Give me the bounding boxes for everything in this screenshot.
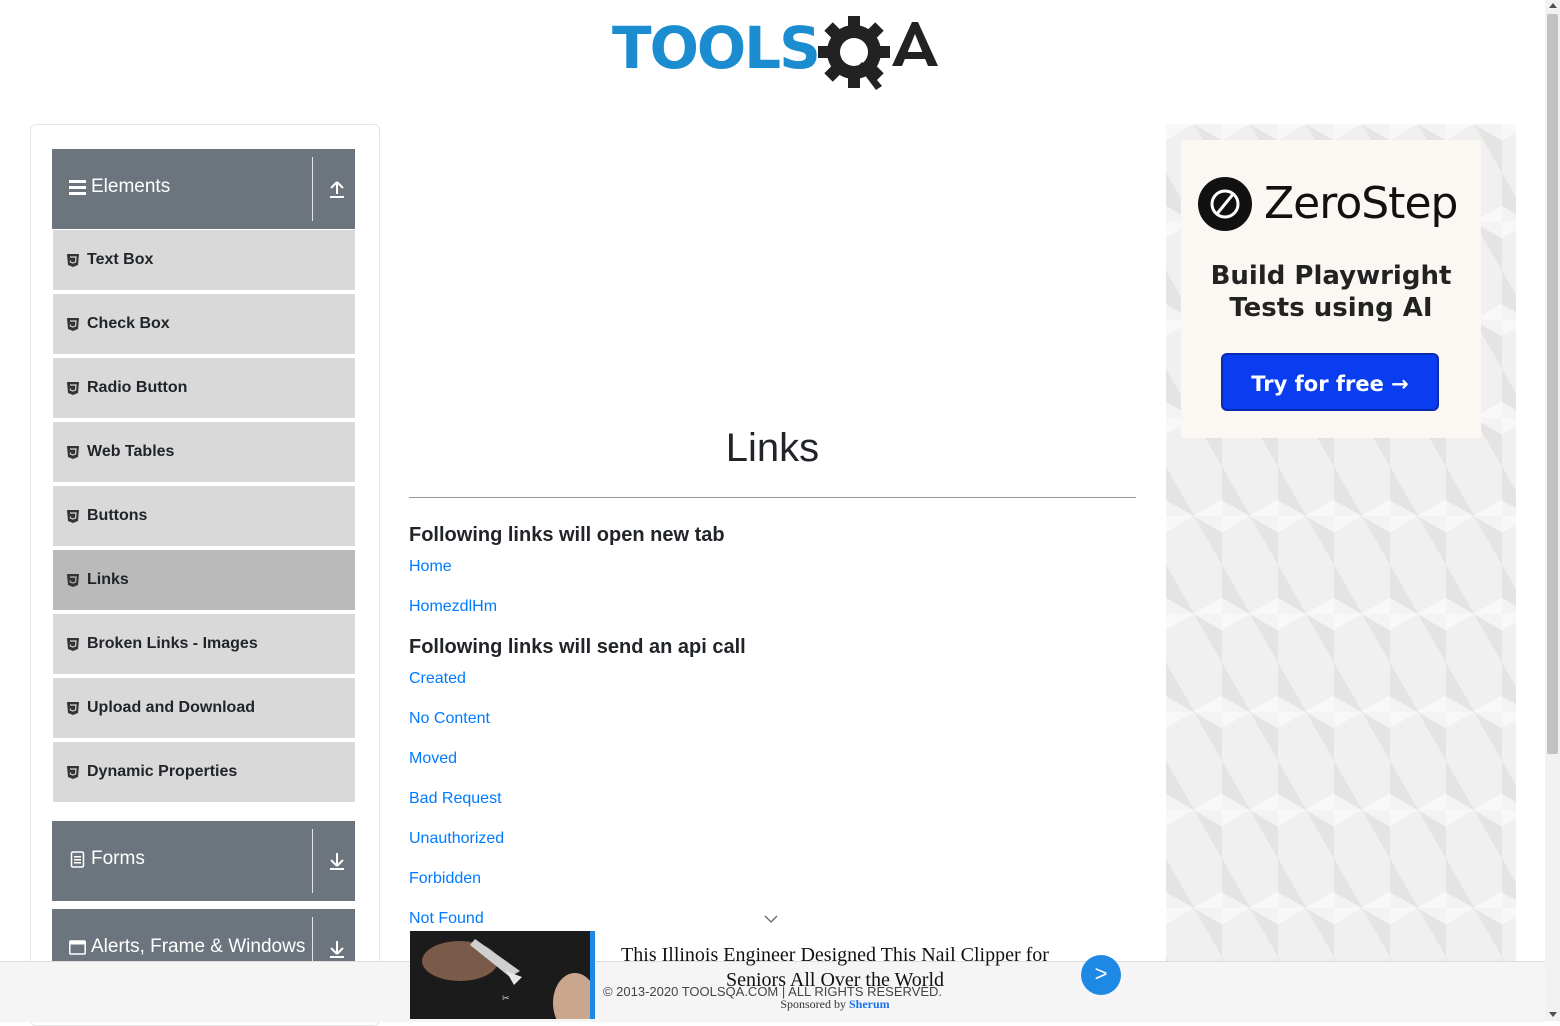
link-bad-request[interactable]: Bad Request xyxy=(409,790,502,808)
ad-next-button[interactable]: > xyxy=(1081,955,1121,995)
html5-icon xyxy=(67,318,79,331)
menu-item-text-box[interactable]: Text Box xyxy=(53,230,355,292)
section-heading-new-tab: Following links will open new tab xyxy=(409,524,725,546)
link-no-content[interactable]: No Content xyxy=(409,710,490,728)
menu-item-label: Broken Links - Images xyxy=(87,635,258,652)
group-label: Elements xyxy=(91,176,171,197)
document-icon xyxy=(70,851,85,868)
section-heading-api-call: Following links will send an api call xyxy=(409,636,746,658)
menu-item-links[interactable]: Links xyxy=(53,550,355,612)
link-home-dynamic[interactable]: HomezdlHm xyxy=(409,598,497,616)
menu-item-broken-links-images[interactable]: Broken Links - Images xyxy=(53,614,355,676)
menu-item-label: Web Tables xyxy=(87,443,175,460)
hamburger-icon xyxy=(69,180,86,195)
divider xyxy=(312,829,313,893)
menu-item-web-tables[interactable]: Web Tables xyxy=(53,422,355,484)
menu-item-label: Radio Button xyxy=(87,379,188,396)
group-header-elements[interactable]: Elements xyxy=(52,149,355,229)
link-not-found[interactable]: Not Found xyxy=(409,910,484,928)
menu-item-label: Dynamic Properties xyxy=(87,763,238,780)
ad-headline[interactable]: This Illinois Engineer Designed This Nai… xyxy=(615,943,1055,993)
gear-q-logo-icon xyxy=(818,16,938,90)
ad-tagline-line2: Tests using AI xyxy=(1229,293,1433,323)
html5-icon xyxy=(67,638,79,651)
download-arrow-icon[interactable] xyxy=(328,851,346,871)
group-label: Alerts, Frame & Windows xyxy=(91,936,306,957)
link-moved[interactable]: Moved xyxy=(409,750,457,768)
scrollbar-thumb[interactable] xyxy=(1547,14,1558,754)
download-arrow-icon[interactable] xyxy=(328,939,346,959)
menu-item-radio-button[interactable]: Radio Button xyxy=(53,358,355,420)
link-forbidden[interactable]: Forbidden xyxy=(409,870,481,888)
window-icon xyxy=(69,940,86,955)
ad-brand: ZeroStep xyxy=(1264,178,1458,229)
html5-icon xyxy=(67,382,79,395)
ad-tagline: Build Playwright Tests using AI xyxy=(1181,260,1481,324)
sponsored-ad-banner[interactable]: ✂ This Illinois Engineer Designed This N… xyxy=(410,931,1130,1026)
scroll-down-arrow-icon[interactable] xyxy=(1549,1012,1557,1017)
zerostep-ad[interactable]: ZeroStep Build Playwright Tests using AI… xyxy=(1181,140,1481,438)
link-created[interactable]: Created xyxy=(409,670,466,688)
sponsor-prefix: Sponsored by xyxy=(780,997,846,1011)
link-home[interactable]: Home xyxy=(409,558,452,576)
html5-icon xyxy=(67,766,79,779)
menu-item-label: Buttons xyxy=(87,507,148,524)
ad-sponsor: Sponsored by Sherum xyxy=(615,997,1055,1012)
group-header-forms[interactable]: Forms xyxy=(52,821,355,901)
chevron-down-icon[interactable] xyxy=(763,914,779,924)
menu-item-label: Upload and Download xyxy=(87,699,255,716)
html5-icon xyxy=(67,510,79,523)
try-for-free-button[interactable]: Try for free → xyxy=(1221,353,1439,411)
logo-text: TOOLS xyxy=(612,14,821,82)
menu-item-upload-and-download[interactable]: Upload and Download xyxy=(53,678,355,740)
ad-tagline-line1: Build Playwright xyxy=(1210,261,1452,291)
menu-item-dynamic-properties[interactable]: Dynamic Properties xyxy=(53,742,355,804)
link-unauthorized[interactable]: Unauthorized xyxy=(409,830,504,848)
title-divider xyxy=(409,497,1136,498)
divider xyxy=(312,157,313,221)
html5-icon xyxy=(67,702,79,715)
svg-text:✂: ✂ xyxy=(502,994,510,1004)
zerostep-logo-icon xyxy=(1198,177,1252,231)
menu-item-label: Check Box xyxy=(87,315,170,332)
ad-image: ✂ xyxy=(410,931,597,1026)
page-title: Links xyxy=(725,426,820,470)
menu-item-label: Links xyxy=(87,571,129,588)
menu-item-label: Text Box xyxy=(87,251,154,268)
sponsor-name[interactable]: Sherum xyxy=(849,997,890,1011)
toolsqa-logo[interactable]: TOOLS QA xyxy=(612,14,938,92)
scroll-up-arrow-icon[interactable] xyxy=(1549,3,1557,8)
sidebar: Elements Text Box Check Box Radio Button… xyxy=(30,124,380,1026)
upload-arrow-icon[interactable] xyxy=(328,179,346,199)
group-label: Forms xyxy=(91,848,145,869)
menu-item-check-box[interactable]: Check Box xyxy=(53,294,355,356)
html5-icon xyxy=(67,574,79,587)
html5-icon xyxy=(67,446,79,459)
ad-accent-bar xyxy=(590,931,595,1019)
html5-icon xyxy=(67,254,79,267)
menu-item-buttons[interactable]: Buttons xyxy=(53,486,355,548)
